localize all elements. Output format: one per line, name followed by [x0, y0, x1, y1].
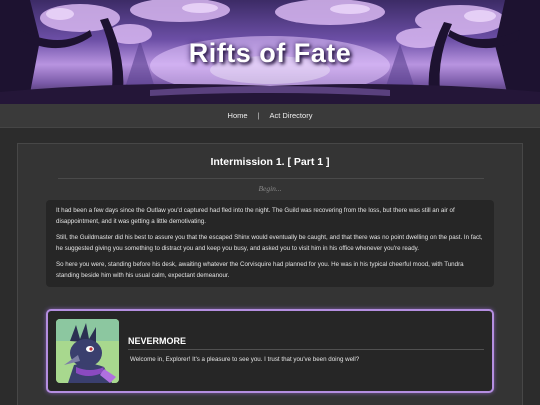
narration-paragraph: Still, the Guildmaster did his best to a… [56, 234, 483, 252]
nav-home-link[interactable]: Home [228, 111, 248, 120]
page-title: Intermission 1. [ Part 1 ] [210, 156, 330, 168]
content-panel: Intermission 1. [ Part 1 ] Begin... It h… [17, 143, 523, 405]
dialogue-box: NEVERMORE Welcome in, Explorer! It's a p… [46, 309, 494, 393]
site-banner: Rifts of Fate [0, 0, 540, 104]
main-nav: Home | Act Directory [0, 104, 540, 128]
dialogue-text: Welcome in, Explorer! It's a pleasure to… [130, 356, 360, 363]
corvisquire-avatar [56, 319, 119, 383]
speaker-name: NEVERMORE [128, 336, 187, 346]
narration-paragraph: It had been a few days since the Outlaw … [56, 207, 455, 225]
nav-act-directory-link[interactable]: Act Directory [270, 111, 313, 120]
speaker-divider [128, 349, 484, 350]
speaker-portrait [56, 319, 119, 383]
narration-box: It had been a few days since the Outlaw … [46, 200, 494, 287]
title-divider [58, 178, 484, 179]
nav-separator: | [257, 111, 260, 120]
begin-label: Begin... [258, 184, 282, 193]
site-title: Rifts of Fate [188, 38, 352, 68]
narration-paragraph: So here you were, standing before his de… [56, 261, 464, 279]
